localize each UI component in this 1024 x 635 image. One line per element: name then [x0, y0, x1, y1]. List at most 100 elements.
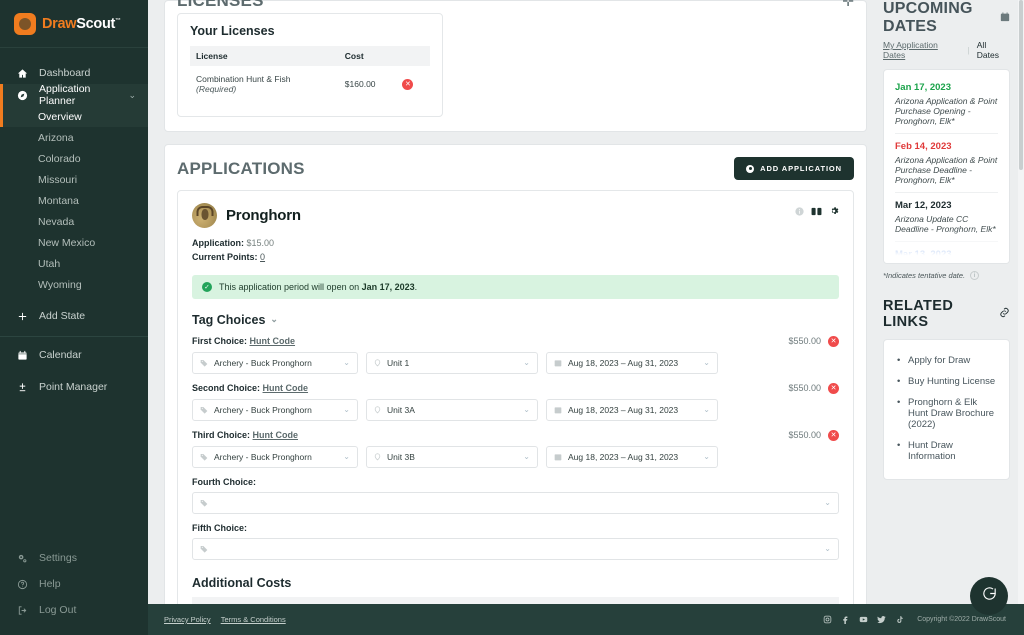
facebook-icon[interactable] [841, 615, 850, 624]
help-chat-button[interactable] [970, 577, 1008, 615]
application-card-actions [795, 203, 839, 221]
chat-bubble-icon [981, 585, 998, 607]
sidebar-item-arizona[interactable]: Arizona [0, 127, 148, 148]
choice-price-wrap: $550.00 ✕ [788, 382, 839, 394]
sidebar-sub-label: Colorado [38, 152, 81, 165]
col-cost: Cost [192, 596, 374, 604]
calendar-icon [16, 350, 29, 361]
application-meta: Application: $15.00 Current Points: 0 [192, 237, 839, 265]
unit-select[interactable]: Unit 3B ⌄ [366, 445, 538, 468]
youtube-icon[interactable] [859, 615, 868, 624]
sidebar-item-utah[interactable]: Utah [0, 253, 148, 274]
dates-select[interactable]: Aug 18, 2023 – Aug 31, 2023 ⌄ [546, 398, 718, 421]
logout-icon [16, 605, 29, 616]
remove-license-button[interactable]: ✕ [402, 79, 414, 90]
remove-choice-button[interactable]: ✕ [828, 335, 839, 347]
sidebar-item-log-out[interactable]: Log Out [0, 597, 148, 623]
check-circle-icon: ✓ [202, 281, 212, 292]
info-icon[interactable]: i [970, 271, 980, 280]
brand-logo[interactable]: DrawScout™ [0, 0, 148, 48]
choice-label-wrap: Third Choice: Hunt Code [192, 430, 298, 440]
sidebar-item-nevada[interactable]: Nevada [0, 211, 148, 232]
sidebar-item-point-manager[interactable]: Point Manager [0, 376, 148, 398]
app-root: DrawScout™ Dashboard Application Planner… [0, 0, 1024, 635]
sidebar-item-new-mexico[interactable]: New Mexico [0, 232, 148, 253]
tag-select[interactable]: ⌄ [192, 491, 839, 514]
sidebar-item-add-state[interactable]: Add State [0, 305, 148, 327]
upcoming-dates-list[interactable]: Jan 17, 2023 Arizona Application & Point… [883, 69, 1010, 264]
sidebar-item-missouri[interactable]: Missouri [0, 169, 148, 190]
dates-select[interactable]: Aug 18, 2023 – Aug 31, 2023 ⌄ [546, 351, 718, 374]
binoculars-icon[interactable] [811, 203, 822, 221]
date-description: Arizona Application & Point Purchase Ope… [895, 96, 998, 126]
calendar-icon [554, 359, 562, 367]
terms-conditions-link[interactable]: Terms & Conditions [221, 615, 286, 624]
list-item[interactable]: Hunt Draw Information [896, 435, 997, 467]
main-area: LICENSES ✛ Your Licenses License Cost Co… [148, 0, 1024, 635]
add-license-icon[interactable]: ✛ [842, 0, 854, 10]
tag-select[interactable]: Archery - Buck Pronghorn ⌄ [192, 445, 358, 468]
hunt-code-link[interactable]: Hunt Code [250, 336, 296, 346]
hunt-code-link[interactable]: Hunt Code [263, 383, 309, 393]
chevron-down-icon[interactable]: ⌄ [270, 314, 278, 325]
date-description: Arizona Update CC Deadline - Pronghorn, … [895, 214, 996, 234]
instagram-icon[interactable] [823, 615, 832, 624]
table-header-row: Cost Amount Only if Successful Draw [192, 596, 839, 604]
license-cost: $160.00 [344, 79, 376, 89]
sidebar-item-colorado[interactable]: Colorado [0, 148, 148, 169]
remove-choice-button[interactable]: ✕ [828, 382, 839, 394]
sidebar-item-label: Log Out [39, 604, 77, 616]
your-licenses-title: Your Licenses [190, 24, 275, 38]
related-links-header: RELATED LINKS [883, 298, 1010, 330]
unit-select-value: Unit 3A [387, 404, 415, 415]
chevron-down-icon: ⌄ [343, 452, 350, 462]
unit-select[interactable]: Unit 3A ⌄ [366, 398, 538, 421]
brand-word1: Draw [42, 15, 77, 32]
tiktok-icon[interactable] [895, 615, 904, 624]
chevron-down-icon[interactable]: ⌄ [128, 90, 136, 101]
unit-select[interactable]: Unit 1 ⌄ [366, 351, 538, 374]
hunt-code-link[interactable]: Hunt Code [253, 430, 299, 440]
tag-select[interactable]: Archery - Buck Pronghorn ⌄ [192, 351, 358, 374]
scrollbar-thumb[interactable] [1019, 0, 1023, 170]
footer-links: Privacy Policy Terms & Conditions [164, 615, 286, 624]
tag-select[interactable]: ⌄ [192, 537, 839, 560]
tag-choices-header[interactable]: Tag Choices ⌄ [192, 313, 839, 327]
list-item[interactable]: Apply for Draw [896, 350, 997, 371]
scrollbar-track[interactable] [1018, 0, 1024, 604]
dates-select[interactable]: Aug 18, 2023 – Aug 31, 2023 ⌄ [546, 445, 718, 468]
sidebar-item-application-planner[interactable]: Application Planner ⌄ [0, 83, 148, 107]
footer-social: Copyright ©2022 DrawScout [823, 615, 1006, 624]
tag-icon [200, 453, 208, 461]
chevron-down-icon: ⌄ [523, 452, 530, 462]
add-application-button[interactable]: ADD APPLICATION [734, 157, 854, 180]
application-card-pronghorn: Pronghorn Application: $15.00 Current Po… [177, 190, 854, 604]
sidebar-item-dashboard[interactable]: Dashboard [0, 62, 148, 84]
calendar-icon [554, 406, 562, 414]
sidebar-item-calendar[interactable]: Calendar [0, 344, 148, 366]
info-icon[interactable] [795, 203, 804, 221]
tag-choices-label: Tag Choices [192, 312, 266, 327]
chevron-down-icon: ⌄ [824, 498, 831, 508]
sidebar-item-overview[interactable]: Overview [0, 106, 148, 127]
current-points-value[interactable]: 0 [260, 252, 265, 262]
choice-price: $550.00 [788, 336, 821, 347]
list-item[interactable]: Buy Hunting License [896, 371, 997, 392]
sidebar-item-montana[interactable]: Montana [0, 190, 148, 211]
tab-all-dates[interactable]: All Dates [977, 40, 1010, 60]
gear-icon[interactable] [829, 203, 839, 221]
remove-choice-button[interactable]: ✕ [828, 429, 839, 441]
sidebar-sub-label: Montana [38, 194, 79, 207]
tag-select[interactable]: Archery - Buck Pronghorn ⌄ [192, 398, 358, 421]
sidebar-item-settings[interactable]: Settings [0, 545, 148, 571]
license-name: Combination Hunt & Fish [196, 74, 291, 84]
chevron-down-icon: ⌄ [523, 405, 530, 415]
privacy-policy-link[interactable]: Privacy Policy [164, 615, 211, 624]
sidebar-item-help[interactable]: Help [0, 571, 148, 597]
tab-my-application-dates[interactable]: My Application Dates [883, 40, 961, 60]
list-item[interactable]: Pronghorn & Elk Hunt Draw Brochure (2022… [896, 392, 997, 435]
dates-select-value: Aug 18, 2023 – Aug 31, 2023 [568, 451, 679, 462]
sidebar-item-wyoming[interactable]: Wyoming [0, 274, 148, 295]
application-fee-row: Application: $15.00 [192, 237, 839, 251]
twitter-icon[interactable] [877, 615, 886, 624]
